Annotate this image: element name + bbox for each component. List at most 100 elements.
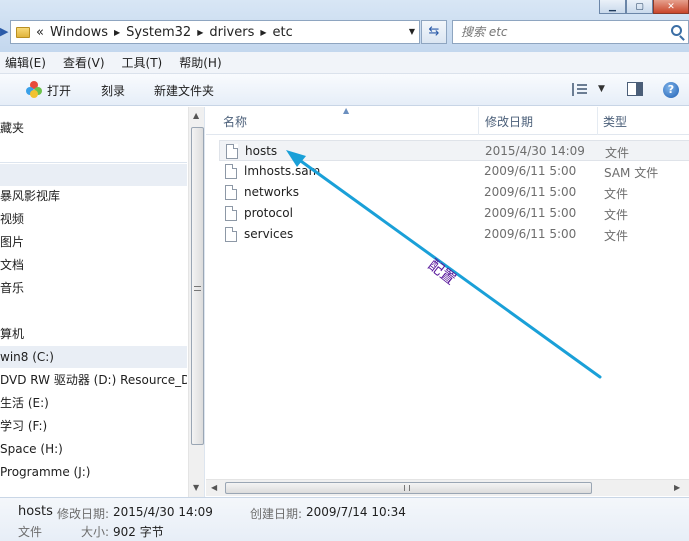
breadcrumb-separator-icon[interactable]: ▶ [114, 28, 120, 37]
folder-icon [16, 26, 30, 38]
minimize-button[interactable]: ▁ [599, 0, 626, 14]
menu-tools[interactable]: 工具(T) [122, 54, 163, 71]
file-name: networks [244, 185, 299, 199]
column-divider[interactable] [597, 107, 598, 135]
nav-item-drive-f[interactable]: 学习 (F:) [0, 415, 187, 437]
file-type: 文件 [604, 229, 629, 243]
scroll-right-icon[interactable]: ▶ [674, 483, 680, 492]
menu-edit[interactable]: 编辑(E) [5, 54, 46, 71]
search-input[interactable] [461, 21, 661, 43]
file-date: 2009/6/11 5:00 [484, 227, 577, 241]
nav-item-documents[interactable]: 文档 [0, 254, 187, 276]
details-created-label: 创建日期: [250, 507, 303, 521]
nav-item-drive-d[interactable]: DVD RW 驱动器 (D:) Resource_DV [0, 369, 187, 391]
details-size-label: 大小: [81, 525, 110, 539]
column-name[interactable]: 名称 [223, 113, 247, 130]
nav-item-pictures[interactable]: 图片 [0, 231, 187, 253]
menu-help[interactable]: 帮助(H) [179, 54, 221, 71]
breadcrumb-windows[interactable]: Windows [50, 25, 108, 40]
file-date: 2009/6/11 5:00 [484, 185, 577, 199]
breadcrumb-separator-icon[interactable]: ▶ [197, 28, 203, 37]
breadcrumb-system32[interactable]: System32 [126, 25, 191, 40]
open-with-icon[interactable] [26, 81, 43, 98]
nav-item-favorites[interactable]: 藏夹 [0, 117, 187, 139]
details-modified-value: 2015/4/30 14:09 [113, 505, 213, 519]
details-file-type: 文件 [18, 525, 43, 539]
navigation-scrollbar[interactable]: ▲ ▼ [188, 107, 204, 497]
file-name: protocol [244, 206, 293, 220]
file-type: 文件 [605, 146, 630, 160]
maximize-button[interactable]: ▢ [626, 0, 653, 14]
scroll-down-icon[interactable]: ▼ [193, 483, 199, 492]
menu-bar: 编辑(E) 查看(V) 工具(T) 帮助(H) [0, 52, 689, 74]
file-type: 文件 [604, 187, 629, 201]
nav-item-drive-c[interactable]: win8 (C:) [0, 346, 187, 368]
file-name: lmhosts.sam [244, 164, 321, 178]
grip-icon [404, 485, 410, 491]
nav-item-music[interactable]: 音乐 [0, 277, 187, 299]
help-icon[interactable]: ? [663, 82, 679, 98]
horizontal-scrollbar[interactable]: ◀ ▶ [206, 479, 689, 496]
details-created-value: 2009/7/14 10:34 [306, 505, 406, 519]
back-arrow-icon[interactable]: ▶ [0, 24, 10, 40]
scrollbar-thumb[interactable] [225, 482, 592, 494]
file-icon [225, 227, 237, 242]
column-date[interactable]: 修改日期 [485, 113, 533, 130]
refresh-button[interactable]: ⇆ [421, 20, 447, 44]
nav-item-computer[interactable]: 算机 [0, 323, 187, 345]
address-bar[interactable]: « Windows ▶ System32 ▶ drivers ▶ etc ▼ [10, 20, 420, 44]
file-row-networks[interactable]: networks 2009/6/11 5:00 文件 [219, 182, 689, 203]
search-box[interactable] [452, 20, 689, 44]
new-folder-button[interactable]: 新建文件夹 [154, 82, 214, 99]
command-bar: 打开 刻录 新建文件夹 ▼ ? [0, 74, 689, 106]
burn-button[interactable]: 刻录 [101, 82, 125, 99]
view-dropdown-icon[interactable]: ▼ [598, 84, 605, 94]
nav-item-drive-e[interactable]: 生活 (E:) [0, 392, 187, 414]
preview-pane-icon[interactable] [627, 82, 643, 96]
file-icon [226, 144, 238, 159]
menu-view[interactable]: 查看(V) [63, 54, 105, 71]
details-size-value: 902 字节 [113, 525, 164, 539]
grip-icon [194, 286, 201, 291]
nav-item-drive-j[interactable]: Programme (J:) [0, 461, 187, 483]
address-dropdown-icon[interactable]: ▼ [409, 27, 415, 36]
column-type[interactable]: 类型 [603, 113, 627, 130]
file-date: 2009/6/11 5:00 [484, 164, 577, 178]
column-header: ▲ 名称 修改日期 类型 [206, 106, 689, 135]
address-chevrons[interactable]: « [36, 25, 44, 40]
details-file-name: hosts [18, 504, 53, 519]
file-icon [225, 185, 237, 200]
window-controls: ▁ ▢ ✕ [599, 0, 689, 14]
scroll-up-icon[interactable]: ▲ [193, 111, 199, 120]
breadcrumb-etc[interactable]: etc [273, 25, 293, 40]
close-button[interactable]: ✕ [653, 0, 689, 14]
scrollbar-thumb[interactable] [191, 127, 204, 445]
breadcrumb-drivers[interactable]: drivers [209, 25, 254, 40]
file-name: services [244, 227, 294, 241]
nav-item-videos[interactable]: 视频 [0, 208, 187, 230]
details-modified-label: 修改日期: [57, 507, 110, 521]
view-options-icon[interactable] [572, 83, 588, 96]
file-row-hosts[interactable]: hosts 2015/4/30 14:09 文件 [219, 140, 689, 161]
file-type: SAM 文件 [604, 166, 659, 180]
search-icon[interactable] [671, 25, 682, 36]
nav-divider [0, 162, 187, 163]
file-icon [225, 206, 237, 221]
sort-ascending-icon: ▲ [343, 106, 350, 115]
nav-item-drive-h[interactable]: Space (H:) [0, 438, 187, 460]
nav-item-baofeng-library[interactable]: 暴风影视库 [0, 185, 187, 207]
file-name: hosts [245, 144, 278, 158]
open-button[interactable]: 打开 [47, 82, 71, 99]
scroll-left-icon[interactable]: ◀ [211, 483, 217, 492]
breadcrumb-separator-icon[interactable]: ▶ [260, 28, 266, 37]
column-divider[interactable] [478, 107, 479, 135]
file-list: ▲ 名称 修改日期 类型 hosts 2015/4/30 14:09 文件 lm… [206, 106, 689, 497]
file-icon [225, 164, 237, 179]
nav-item-libraries[interactable] [0, 164, 187, 186]
file-row-services[interactable]: services 2009/6/11 5:00 文件 [219, 224, 689, 245]
title-bar: ▁ ▢ ✕ ▶ « Windows ▶ System32 ▶ drivers ▶… [0, 0, 689, 52]
file-date: 2009/6/11 5:00 [484, 206, 577, 220]
file-row-lmhosts[interactable]: lmhosts.sam 2009/6/11 5:00 SAM 文件 [219, 161, 689, 182]
file-row-protocol[interactable]: protocol 2009/6/11 5:00 文件 [219, 203, 689, 224]
file-type: 文件 [604, 208, 629, 222]
